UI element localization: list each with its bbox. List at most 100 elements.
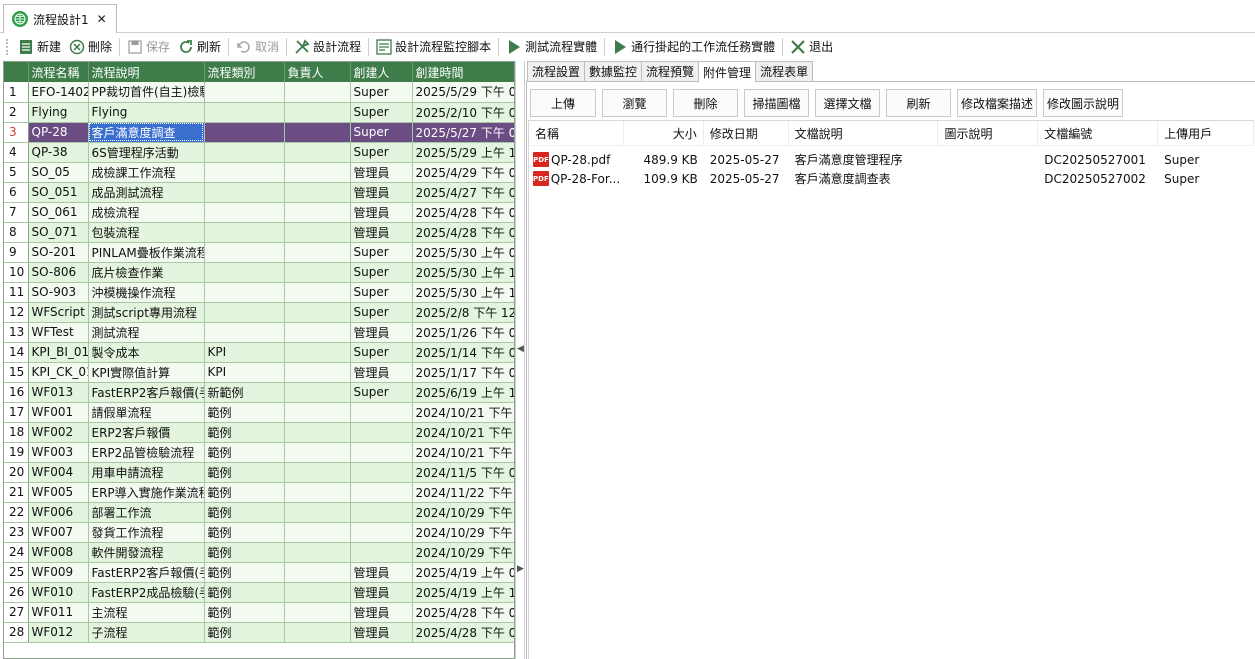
- cell-created-time[interactable]: 2025/4/28 下午 0: [412, 622, 514, 643]
- cell-created-time[interactable]: 2025/4/19 上午 0: [412, 562, 514, 583]
- cell-flow-name[interactable]: QP-28: [28, 122, 89, 143]
- cell-flow-name[interactable]: WF009: [28, 562, 89, 583]
- cell-flow-category[interactable]: [204, 182, 285, 203]
- cell-flow-category[interactable]: [204, 302, 285, 323]
- cell-flow-name[interactable]: WF001: [28, 402, 89, 423]
- cell-creator[interactable]: Super: [350, 382, 413, 403]
- cell-flow-name[interactable]: WF012: [28, 622, 89, 643]
- cell-created-time[interactable]: 2024/10/21 下午: [412, 402, 514, 423]
- cell-owner[interactable]: [284, 442, 351, 463]
- row-number[interactable]: 3: [4, 122, 29, 143]
- cell-created-time[interactable]: 2025/1/26 下午 0: [412, 322, 514, 343]
- column-header-modified-date[interactable]: 修改日期: [704, 120, 789, 146]
- table-row[interactable]: 21 WF005 ERP導入實施作業流程 範例 2024/11/22 下午: [4, 482, 514, 503]
- cell-flow-description[interactable]: Flying: [88, 102, 205, 123]
- column-header-owner[interactable]: 負責人: [284, 62, 351, 82]
- table-row[interactable]: 1 EFO-1402 PP裁切首件(自主)檢驗 Super 2025/5/29 下午 0: [4, 82, 514, 103]
- cell-creator[interactable]: Super: [350, 342, 413, 363]
- cell-created-time[interactable]: 2024/10/29 下午: [412, 502, 514, 523]
- cell-flow-name[interactable]: QP-38: [28, 142, 89, 163]
- cell-flow-category[interactable]: [204, 262, 285, 283]
- column-header-flow-name[interactable]: 流程名稱: [28, 62, 89, 82]
- column-header-name[interactable]: 名稱: [529, 120, 624, 146]
- row-number[interactable]: 1: [4, 82, 29, 103]
- cell-flow-name[interactable]: KPI_BI_01: [28, 342, 89, 363]
- cell-flow-description[interactable]: 6S管理程序活動: [88, 142, 205, 163]
- tab-flow-preview[interactable]: 流程預覽: [641, 61, 700, 81]
- cell-owner[interactable]: [284, 502, 351, 523]
- row-number[interactable]: 8: [4, 222, 29, 243]
- cell-creator[interactable]: 管理員: [350, 362, 413, 383]
- cell-flow-category[interactable]: KPI: [204, 342, 285, 363]
- cell-creator[interactable]: Super: [350, 282, 413, 303]
- column-header-flow-description[interactable]: 流程說明: [88, 62, 205, 82]
- row-number[interactable]: 24: [4, 542, 29, 563]
- cell-created-time[interactable]: 2025/5/29 下午 0: [412, 82, 514, 103]
- cell-flow-name[interactable]: SO_061: [28, 202, 89, 223]
- column-header-created-time[interactable]: 創建時間: [412, 62, 514, 82]
- cell-flow-description[interactable]: KPI實際值計算: [88, 362, 205, 383]
- panel-splitter[interactable]: ◀ ▶: [515, 61, 525, 659]
- cell-flow-category[interactable]: 範例: [204, 562, 285, 583]
- table-row[interactable]: 22 WF006 部署工作流 範例 2024/10/29 下午: [4, 502, 514, 523]
- table-row[interactable]: 16WF013FastERP2客戶報價(手機)新範例 Super2025/6/19…: [4, 382, 514, 403]
- tab-attachment-management[interactable]: 附件管理: [698, 61, 757, 82]
- cell-creator[interactable]: [350, 422, 413, 443]
- row-number[interactable]: 2: [4, 102, 29, 123]
- cell-owner[interactable]: [284, 322, 351, 343]
- cell-creator[interactable]: Super: [350, 242, 413, 263]
- cell-created-time[interactable]: 2025/2/8 下午 12: [412, 302, 514, 323]
- cell-flow-description[interactable]: 包裝流程: [88, 222, 205, 243]
- cell-flow-description[interactable]: 測試script專用流程: [88, 302, 205, 323]
- cell-creator[interactable]: 管理員: [350, 182, 413, 203]
- cell-flow-category[interactable]: 範例: [204, 442, 285, 463]
- cell-created-time[interactable]: 2025/4/28 下午 0: [412, 202, 514, 223]
- collapse-right-icon[interactable]: ▶: [517, 564, 524, 574]
- tab-flow-form[interactable]: 流程表單: [755, 61, 814, 81]
- row-number[interactable]: 14: [4, 342, 29, 363]
- column-header-figure-description[interactable]: 圖示說明: [938, 120, 1039, 146]
- cell-flow-description[interactable]: FastERP2客戶報價(手機): [88, 382, 205, 403]
- cell-flow-description[interactable]: 主流程: [88, 602, 205, 623]
- row-number[interactable]: 26: [4, 582, 29, 603]
- edit-figure-description-button[interactable]: 修改圖示說明: [1043, 89, 1123, 117]
- cell-created-time[interactable]: 2024/11/22 下午: [412, 482, 514, 503]
- cell-owner[interactable]: [284, 342, 351, 363]
- table-row[interactable]: 7 SO_061 成檢流程 管理員 2025/4/28 下午 0: [4, 202, 514, 223]
- cell-owner[interactable]: [284, 182, 351, 203]
- collapse-left-icon[interactable]: ◀: [517, 344, 524, 354]
- table-row[interactable]: 2 Flying Flying Super 2025/2/10 下午 0: [4, 102, 514, 123]
- table-row[interactable]: 13 WFTest 測試流程 管理員 2025/1/26 下午 0: [4, 322, 514, 343]
- cell-creator[interactable]: Super: [350, 262, 413, 283]
- cell-created-time[interactable]: 2024/10/21 下午: [412, 422, 514, 443]
- cell-flow-description[interactable]: 子流程: [88, 622, 205, 643]
- column-header-creator[interactable]: 創建人: [350, 62, 413, 82]
- design-monitor-script-button[interactable]: 設計流程監控腳本: [372, 36, 495, 58]
- cell-flow-category[interactable]: 範例: [204, 622, 285, 643]
- cell-owner[interactable]: [284, 602, 351, 623]
- cell-owner[interactable]: [284, 102, 351, 123]
- cell-creator[interactable]: 管理員: [350, 602, 413, 623]
- table-row[interactable]: 23 WF007 發貨工作流程 範例 2024/10/29 下午: [4, 522, 514, 543]
- save-button[interactable]: 保存: [123, 36, 174, 58]
- browse-button[interactable]: 瀏覽: [602, 89, 667, 117]
- cell-creator[interactable]: [350, 482, 413, 503]
- row-number[interactable]: 23: [4, 522, 29, 543]
- cell-flow-name[interactable]: WFScript: [28, 302, 89, 323]
- table-row[interactable]: 19 WF003 ERP2品管檢驗流程 範例 2024/10/21 下午: [4, 442, 514, 463]
- edit-file-description-button[interactable]: 修改檔案描述: [957, 89, 1037, 117]
- table-row[interactable]: 25WF009FastERP2客戶報價(手機)範例 管理員2025/4/19 上午…: [4, 562, 514, 583]
- cell-flow-description[interactable]: 用車申請流程: [88, 462, 205, 483]
- cell-flow-category[interactable]: [204, 162, 285, 183]
- cell-flow-category[interactable]: 範例: [204, 542, 285, 563]
- cell-flow-category[interactable]: 範例: [204, 602, 285, 623]
- cell-owner[interactable]: [284, 422, 351, 443]
- select-document-button[interactable]: 選擇文檔: [815, 89, 880, 117]
- cell-creator[interactable]: Super: [350, 102, 413, 123]
- row-number[interactable]: 6: [4, 182, 29, 203]
- cell-flow-category[interactable]: [204, 102, 285, 123]
- cell-flow-category[interactable]: [204, 122, 285, 143]
- doc-tab-flow-design[interactable]: 流程設計1 ✕: [3, 4, 117, 33]
- cell-flow-category[interactable]: [204, 322, 285, 343]
- cell-flow-description[interactable]: FastERP2成品檢驗(手機): [88, 582, 205, 603]
